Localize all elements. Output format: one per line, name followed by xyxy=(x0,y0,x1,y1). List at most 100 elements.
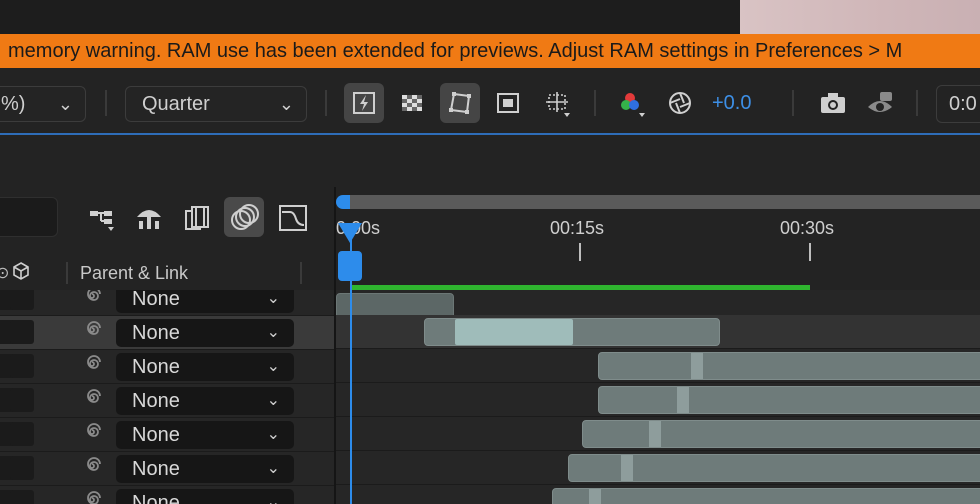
layer-in-marker[interactable] xyxy=(621,455,633,481)
transparency-grid-icon xyxy=(402,95,422,111)
layer-in-marker[interactable] xyxy=(649,421,661,447)
layer-row[interactable]: None ⌄ xyxy=(0,290,334,316)
timeline-track[interactable] xyxy=(336,451,980,485)
graph-editor-button[interactable] xyxy=(272,197,312,237)
ruler-tick xyxy=(579,243,581,261)
time-navigator-start-handle[interactable] xyxy=(336,195,350,209)
layer-duration-bar[interactable] xyxy=(424,318,720,346)
column-divider xyxy=(300,262,302,284)
parent-dropdown[interactable]: None ⌄ xyxy=(116,290,294,313)
time-navigator[interactable] xyxy=(344,195,980,209)
transparency-grid-button[interactable] xyxy=(392,83,432,123)
motion-blur-icon xyxy=(231,204,259,230)
chevron-down-icon: ⌄ xyxy=(266,290,280,307)
layer-switch-box[interactable] xyxy=(10,320,34,344)
layer-switch-box[interactable] xyxy=(10,422,34,446)
toolbar-separator xyxy=(792,90,794,116)
color-channels-button[interactable] xyxy=(612,83,652,123)
draft-3d-button[interactable] xyxy=(128,197,168,237)
pick-whip-icon[interactable] xyxy=(80,488,104,504)
pick-whip-icon[interactable] xyxy=(80,318,104,348)
color-management-button[interactable] xyxy=(660,83,700,123)
layer-switch-box[interactable] xyxy=(10,490,34,504)
frame-blending-button[interactable] xyxy=(176,197,216,237)
layer-in-marker[interactable] xyxy=(677,387,689,413)
timeline-panel-header xyxy=(0,135,980,187)
resolution-value: Quarter xyxy=(142,93,210,115)
draft-3d-icon xyxy=(137,210,161,229)
pick-whip-icon[interactable] xyxy=(80,290,104,314)
toolbar-separator xyxy=(594,90,596,116)
pick-whip-icon[interactable] xyxy=(80,352,104,382)
layer-row[interactable]: None ⌄ xyxy=(0,384,334,418)
timeline-area[interactable]: 0:00s 00:15s 00:30s xyxy=(336,187,980,504)
chevron-down-icon: ⌄ xyxy=(278,94,294,114)
timeline-track[interactable] xyxy=(336,485,980,504)
parent-dropdown[interactable]: None ⌄ xyxy=(116,455,294,483)
timeline-track[interactable] xyxy=(336,315,980,349)
layer-in-marker[interactable] xyxy=(589,489,601,504)
layer-row[interactable]: None ⌄ xyxy=(0,452,334,486)
layer-row[interactable]: None ⌄ xyxy=(0,486,334,504)
layer-switch-box[interactable] xyxy=(10,354,34,378)
aperture-icon xyxy=(669,92,691,114)
timeline-track[interactable] xyxy=(336,383,980,417)
toolbar-separator xyxy=(916,90,918,116)
pick-whip-icon[interactable] xyxy=(80,386,104,416)
ruler-label: 00:30s xyxy=(780,218,835,238)
chevron-down-icon: ⌄ xyxy=(266,392,280,409)
layer-row[interactable]: None ⌄ xyxy=(0,418,334,452)
pick-whip-icon[interactable] xyxy=(80,420,104,450)
current-time-field[interactable]: 0:0 xyxy=(936,85,980,123)
graph-editor-icon xyxy=(279,205,307,231)
mask-path-visibility-button[interactable] xyxy=(440,83,480,123)
magnification-value: %) xyxy=(1,93,26,115)
current-time-line xyxy=(350,227,352,504)
ruler-label: 00:15s xyxy=(550,218,605,238)
layer-switch-box[interactable] xyxy=(10,290,34,310)
grid-guides-button[interactable] xyxy=(536,83,576,123)
layer-switch-box[interactable] xyxy=(10,388,34,412)
show-snapshot-button[interactable] xyxy=(858,83,898,123)
layer-duration-bar[interactable] xyxy=(552,488,980,504)
timeline-track[interactable] xyxy=(336,349,980,383)
show-snapshot-icon xyxy=(868,92,892,112)
layer-duration-bar[interactable] xyxy=(598,352,980,380)
layer-row[interactable]: None ⌄ xyxy=(0,350,334,384)
preview-image xyxy=(740,0,980,34)
region-of-interest-button[interactable] xyxy=(488,83,528,123)
chevron-down-icon: ⌄ xyxy=(266,494,280,504)
layer-search-input[interactable] xyxy=(0,197,58,237)
parent-link-header: Parent & Link xyxy=(80,263,189,283)
mask-path-visibility-icon xyxy=(449,92,471,114)
layer-column-header: ⊙ Parent & Link xyxy=(0,258,334,290)
motion-blur-button[interactable] xyxy=(224,197,264,237)
layer-row[interactable]: None ⌄ xyxy=(0,316,334,350)
composition-flowchart-button[interactable] xyxy=(80,197,120,237)
cube-3d-icon xyxy=(12,262,30,285)
parent-dropdown[interactable]: None ⌄ xyxy=(116,387,294,415)
timeline-track[interactable] xyxy=(336,417,980,451)
time-ruler[interactable]: 0:00s 00:15s 00:30s xyxy=(336,213,980,273)
composition-viewer xyxy=(0,0,980,34)
composition-flowchart-icon xyxy=(90,211,114,231)
parent-dropdown[interactable]: None ⌄ xyxy=(116,421,294,449)
layer-duration-bar[interactable] xyxy=(568,454,980,482)
layer-switch-box[interactable] xyxy=(10,456,34,480)
pick-whip-icon[interactable] xyxy=(80,454,104,484)
layer-duration-bar[interactable] xyxy=(598,386,980,414)
resolution-dropdown[interactable]: Quarter ⌄ xyxy=(125,86,307,122)
parent-dropdown[interactable]: None ⌄ xyxy=(116,319,294,347)
toolbar-separator xyxy=(105,90,107,116)
timecode-value: 0:0 xyxy=(949,93,977,115)
toolbar-separator xyxy=(325,90,327,116)
layer-duration-bar[interactable] xyxy=(582,420,980,448)
take-snapshot-button[interactable] xyxy=(812,83,852,123)
exposure-value[interactable]: +0.0 xyxy=(712,92,751,115)
parent-dropdown[interactable]: None ⌄ xyxy=(116,353,294,381)
parent-dropdown[interactable]: None ⌄ xyxy=(116,489,294,504)
fast-previews-button[interactable] xyxy=(344,83,384,123)
magnification-dropdown[interactable]: %) ⌄ xyxy=(0,86,86,122)
layer-in-marker[interactable] xyxy=(691,353,703,379)
column-divider xyxy=(66,262,68,284)
